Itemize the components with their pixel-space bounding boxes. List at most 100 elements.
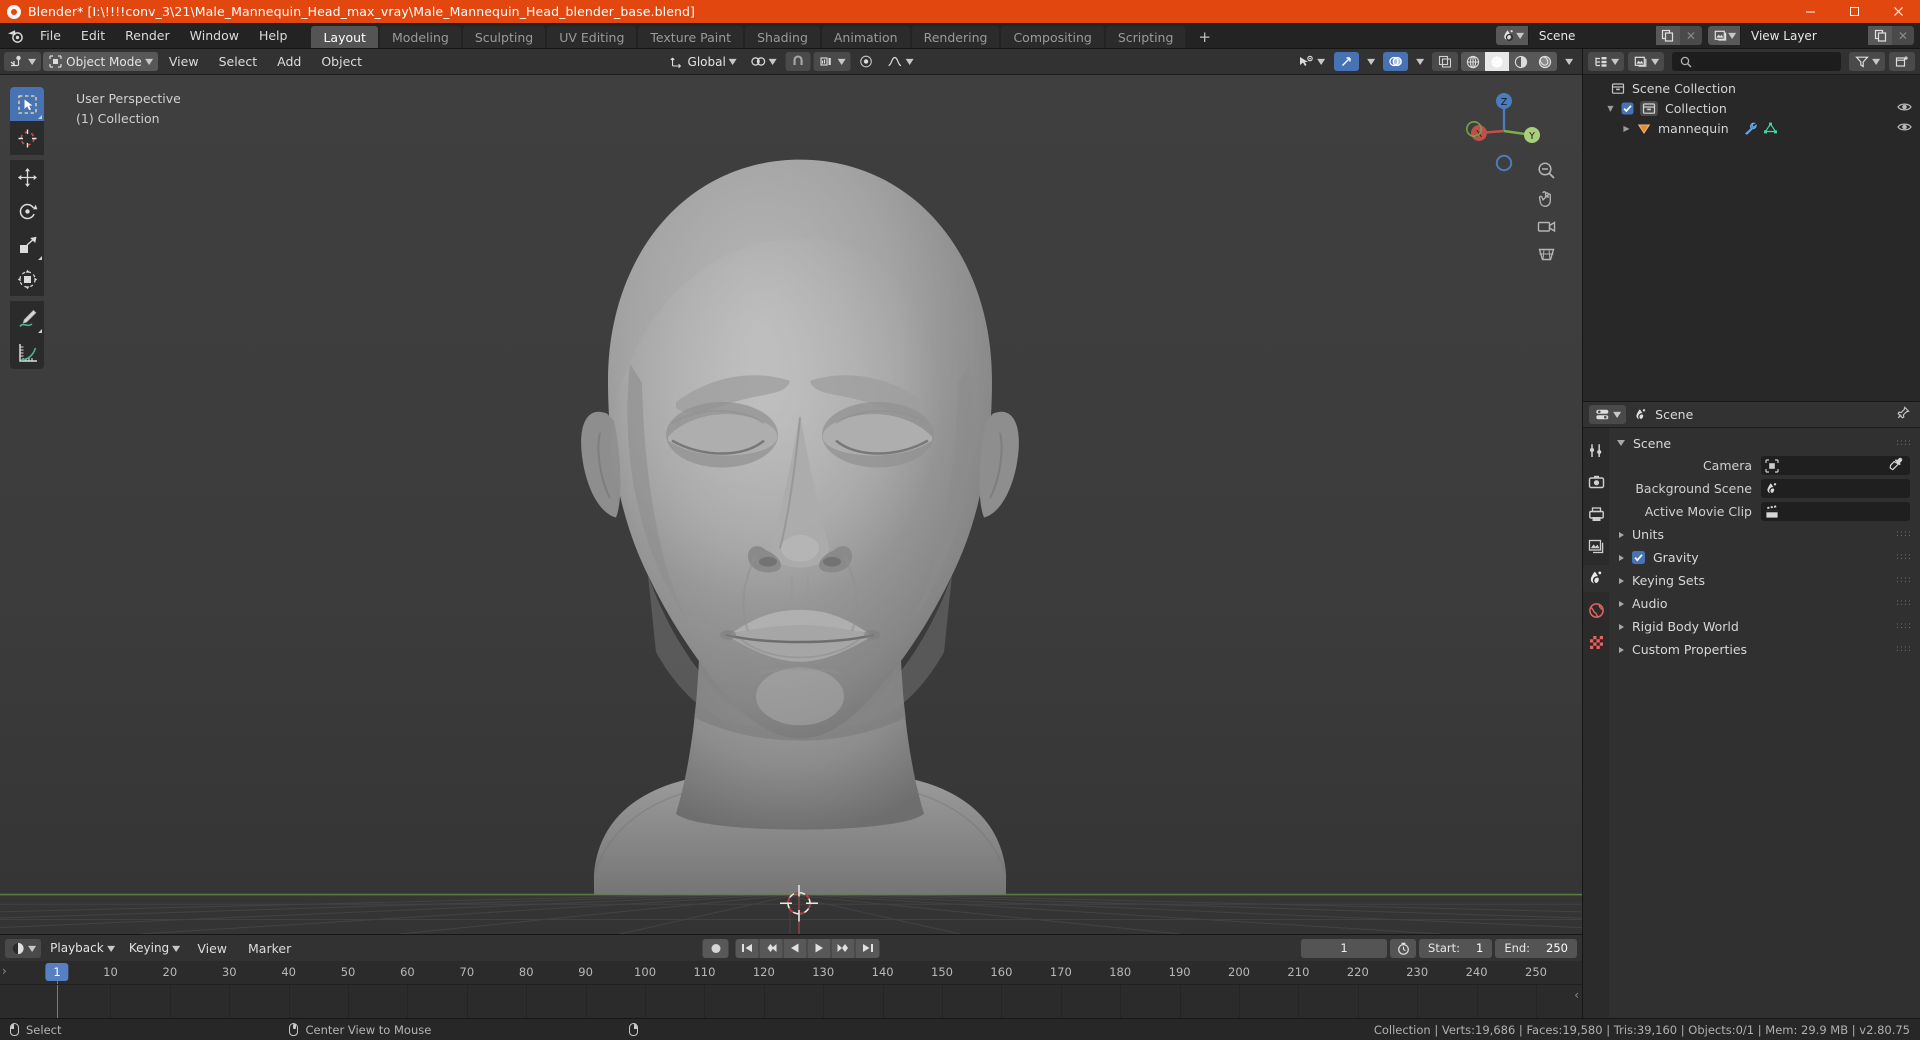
select-box-tool[interactable] [10,87,44,121]
wrench-icon[interactable] [1743,122,1758,135]
snap-magnet-button[interactable] [785,52,811,71]
outliner-filter-button[interactable]: ▼ [1848,52,1885,71]
tab-shading[interactable]: Shading [745,26,820,48]
viewport-menu-view[interactable]: View [160,52,208,71]
scene-panel-header[interactable]: Scene :::: [1609,432,1920,454]
tab-animation[interactable]: Animation [821,26,910,48]
toggle-perspective-icon[interactable] [1535,243,1558,266]
collection-checkbox[interactable] [1621,102,1634,115]
editor-type-selector[interactable]: ▼ [4,52,42,71]
pin-id-icon[interactable] [1896,405,1914,424]
interaction-mode-selector[interactable]: Object Mode ▼ [43,52,158,71]
timeline-menu-keying[interactable]: Keying ▼ [123,939,185,958]
viewport-menu-select[interactable]: Select [210,52,267,71]
timeline-menu-marker[interactable]: Marker [239,939,300,958]
shading-rendered-button[interactable] [1533,52,1557,71]
measure-tool[interactable] [10,335,44,369]
outliner-search-input[interactable] [1672,52,1841,71]
properties-tab-tool[interactable] [1583,437,1609,464]
shading-wireframe-button[interactable] [1461,52,1485,71]
xray-toggle-button[interactable] [1431,52,1458,71]
outliner-row-collection[interactable]: ▼ Collection [1583,98,1920,118]
zoom-view-icon[interactable] [1535,159,1558,182]
auto-keying-button[interactable] [702,938,729,958]
maximize-button[interactable] [1832,0,1876,23]
properties-tab-scene[interactable] [1583,565,1609,592]
minimize-button[interactable] [1788,0,1832,23]
move-tool[interactable] [10,160,44,194]
outliner-display-mode-selector[interactable]: ▼ [1628,52,1665,71]
tab-texture-paint[interactable]: Texture Paint [638,26,744,48]
viewport-menu-add[interactable]: Add [268,52,310,71]
overlays-options-selector[interactable]: ▼ [1411,52,1429,71]
properties-tab-output[interactable] [1583,501,1609,528]
shading-material-preview-button[interactable] [1509,52,1533,71]
new-view-layer-button[interactable] [1868,26,1892,45]
camera-field[interactable] [1761,456,1910,475]
active-movie-clip-field[interactable] [1761,502,1910,521]
shading-solid-button[interactable] [1484,52,1509,71]
viewport-menu-object[interactable]: Object [312,52,371,71]
eyedropper-icon[interactable] [1889,456,1903,475]
section-units[interactable]: Units :::: [1609,523,1920,546]
timeline-ruler[interactable]: › 10 20 30 40 50 60 70 80 90 100 110 120 130 140 150 16… [0,961,1582,985]
tab-layout[interactable]: Layout [311,26,378,48]
current-frame-field[interactable]: 1 [1301,938,1388,958]
cursor-tool[interactable] [10,121,44,155]
visibility-selector[interactable]: ▼ [1292,52,1330,71]
disclosure-triangle-icon[interactable]: ▶ [1621,124,1632,133]
add-workspace-button[interactable]: + [1187,26,1222,48]
view-layer-selector[interactable]: ▼ View Layer ✕ [1707,26,1914,45]
scene-name-field[interactable]: Scene [1527,26,1656,45]
shading-options-selector[interactable]: ▼ [1560,52,1578,71]
timeline-menu-playback[interactable]: Playback ▼ [44,939,120,958]
rotate-tool[interactable] [10,194,44,228]
jump-to-end-button[interactable] [856,939,880,958]
outliner-editor-type-selector[interactable]: ▼ [1588,52,1625,71]
outliner-row-scene-collection[interactable]: Scene Collection [1583,78,1920,98]
use-preview-range-button[interactable] [1390,938,1417,958]
viewport-canvas[interactable]: User Perspective (1) Collection Z Y X [0,75,1582,934]
move-view-icon[interactable] [1535,187,1558,210]
menu-window[interactable]: Window [180,23,249,48]
tab-modeling[interactable]: Modeling [379,26,461,48]
next-keyframe-button[interactable] [832,938,856,958]
close-button[interactable] [1876,0,1920,23]
tab-rendering[interactable]: Rendering [911,26,1000,48]
transform-orientation-selector[interactable]: Global ▼ [664,52,742,71]
timeline-track-area[interactable]: ‹ [0,985,1582,1018]
blender-logo-icon[interactable] [0,23,30,48]
gizmo-toggle-button[interactable] [1333,52,1359,71]
gizmo-options-selector[interactable]: ▼ [1362,52,1380,71]
scene-selector[interactable]: ▼ Scene ✕ [1495,26,1702,45]
timeline-left-chevron-icon[interactable]: › [2,964,7,978]
view-layer-icon[interactable]: ▼ [1707,26,1740,45]
proportional-falloff-selector[interactable]: ▼ [881,52,918,71]
properties-tab-render[interactable] [1583,469,1609,496]
remove-view-layer-button[interactable]: ✕ [1892,26,1914,45]
section-gravity[interactable]: Gravity :::: [1609,546,1920,569]
timeline-editor-type-selector[interactable]: ▼ [5,938,42,958]
gravity-checkbox[interactable] [1632,551,1645,564]
navigation-gizmo[interactable]: Z Y X [1462,89,1546,173]
play-button[interactable] [808,938,832,958]
timeline-menu-view[interactable]: View [188,939,236,958]
tab-sculpting[interactable]: Sculpting [462,26,546,48]
timeline-playhead[interactable]: 1 [45,963,69,981]
menu-render[interactable]: Render [115,23,180,48]
start-frame-field[interactable]: Start: 1 [1419,938,1493,958]
proportional-edit-button[interactable] [853,52,878,71]
tab-compositing[interactable]: Compositing [1001,26,1104,48]
visibility-eye-icon[interactable] [1897,101,1912,116]
menu-edit[interactable]: Edit [71,23,115,48]
section-custom-properties[interactable]: Custom Properties :::: [1609,638,1920,661]
section-keying-sets[interactable]: Keying Sets :::: [1609,569,1920,592]
properties-tab-world[interactable] [1583,597,1609,624]
properties-editor-type-selector[interactable]: ▼ [1589,405,1627,424]
camera-view-icon[interactable] [1535,215,1558,238]
prev-keyframe-button[interactable] [760,938,784,958]
mesh-data-icon[interactable] [1763,122,1778,135]
pivot-point-selector[interactable]: ▼ [745,52,782,71]
outliner-row-mannequin[interactable]: ▶ mannequin [1583,118,1920,138]
menu-help[interactable]: Help [249,23,298,48]
